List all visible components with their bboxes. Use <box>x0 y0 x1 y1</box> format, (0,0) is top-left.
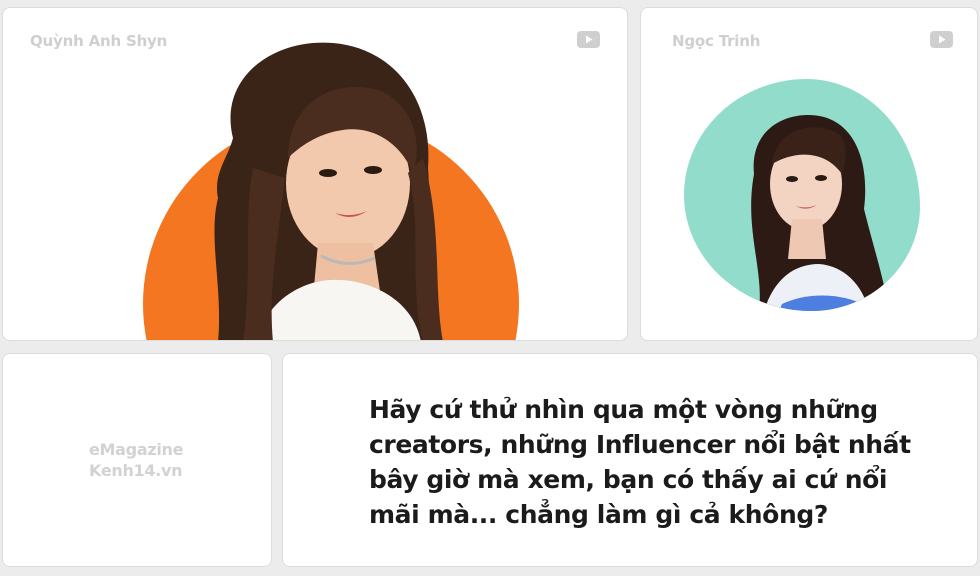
quote-text: Hãy cứ thử nhìn qua một vòng những creat… <box>369 395 911 529</box>
brand-magazine-label: eMagazine <box>89 440 184 459</box>
profile-card-ngoc-trinh[interactable]: Ngọc Trinh <box>640 7 978 341</box>
portrait-image-ngoc-trinh <box>751 114 889 311</box>
profile-name: Ngọc Trinh <box>672 32 761 50</box>
portrait-image-quynh-anh-shyn <box>214 42 443 340</box>
quote-card: Hãy cứ thử nhìn qua một vòng những creat… <box>282 353 978 567</box>
profile-card-quynh-anh-shyn[interactable]: Quỳnh Anh Shyn <box>2 7 628 341</box>
brand-site-label: Kenh14.vn <box>89 461 183 480</box>
youtube-icon[interactable] <box>930 31 953 48</box>
mint-blob-backdrop <box>684 79 920 311</box>
brand-card: eMagazine Kenh14.vn <box>2 353 272 567</box>
